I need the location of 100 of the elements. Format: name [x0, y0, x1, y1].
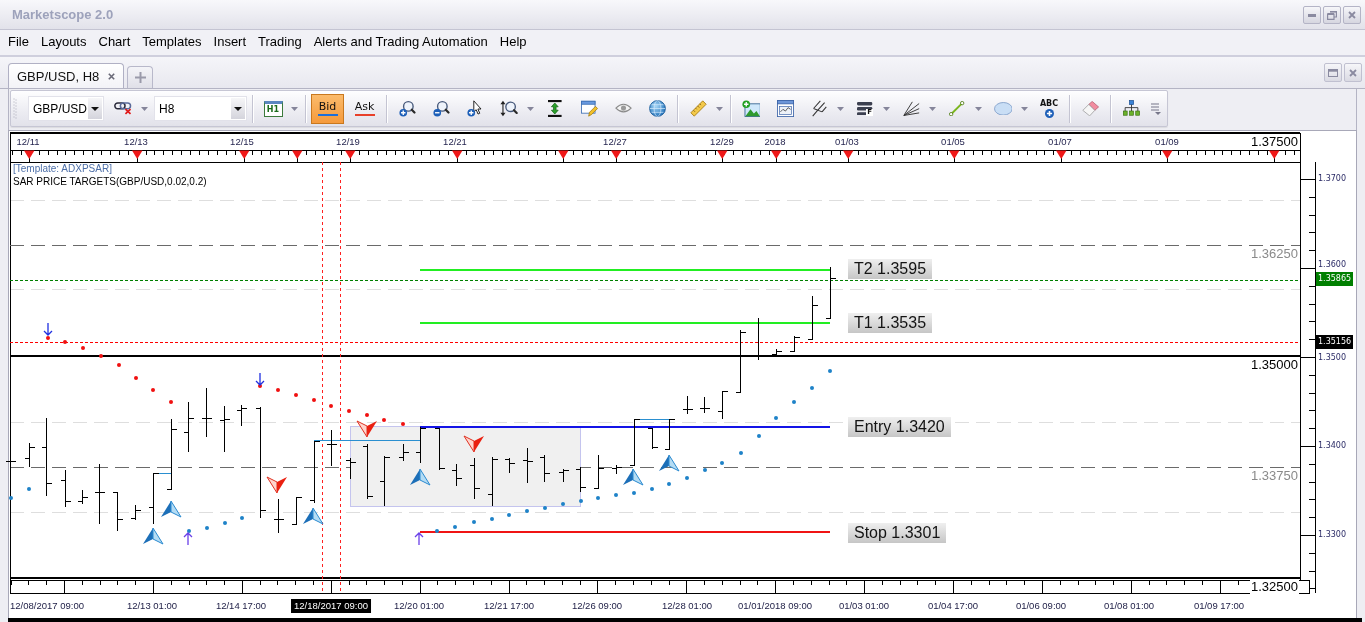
caret-icon[interactable]: [140, 106, 148, 111]
up-arrow-icon: [183, 532, 193, 546]
price-bar: [379, 455, 390, 507]
grid-value-label: 1.36250: [1250, 246, 1299, 261]
price-bar: [717, 390, 728, 420]
sar-point: [99, 354, 103, 358]
menu-item[interactable]: Templates: [136, 33, 208, 50]
price-bar: [664, 418, 675, 450]
up-arrowhead-icon: [623, 468, 644, 486]
sar-point: [46, 336, 50, 340]
minimize-button[interactable]: [1303, 6, 1321, 24]
sar-point: [490, 517, 494, 521]
price-bar: [789, 335, 800, 353]
axis-label: 01/09 17:00: [1193, 600, 1245, 612]
price-bar: [469, 457, 480, 500]
caret-icon[interactable]: [836, 106, 844, 111]
price-bar: [219, 405, 230, 453]
dropdown-field[interactable]: H8: [154, 96, 247, 121]
up-arrowhead-icon: [410, 468, 431, 486]
caret-icon[interactable]: [928, 106, 936, 111]
sar-point: [667, 482, 671, 486]
axis-label: 12/13 01:00: [126, 600, 178, 612]
sar-point: [720, 461, 724, 465]
period-button[interactable]: H1: [263, 100, 283, 117]
menu-item[interactable]: Help: [493, 33, 533, 50]
close-icon[interactable]: [108, 72, 116, 80]
caret-icon[interactable]: [1020, 106, 1028, 111]
price-tag: 1.35156: [1316, 335, 1354, 349]
add-text-button[interactable]: ABC: [1034, 93, 1064, 124]
restore-icon: [1327, 10, 1337, 20]
pitchfork-icon: [811, 100, 827, 117]
price-bar: [575, 466, 586, 493]
price-bar: [699, 396, 710, 414]
sar-point: [365, 413, 369, 417]
price-bar: [415, 426, 426, 464]
close-button[interactable]: [1344, 63, 1362, 82]
sar-point: [27, 487, 31, 491]
caret-icon[interactable]: [882, 106, 890, 111]
sar-point: [739, 451, 743, 455]
tab[interactable]: GBP/USD, H8: [8, 63, 125, 88]
dropdown-field[interactable]: GBP/USD: [28, 96, 104, 121]
price-bar: [326, 429, 337, 467]
ellipse-icon: [993, 101, 1013, 116]
zoom-out-icon: [432, 100, 450, 117]
target-label: T1 1.3535: [848, 313, 933, 333]
axis-label: 01/01/2018 09:00: [738, 600, 812, 612]
price-button[interactable]: Bid: [311, 93, 344, 124]
price-bar: [629, 418, 640, 466]
menu-item[interactable]: Insert: [207, 33, 253, 50]
axis-label: 12/29: [710, 135, 734, 147]
price-button[interactable]: Ask: [348, 93, 381, 124]
price-bar: [166, 418, 177, 490]
caret-icon: [234, 106, 242, 111]
sar-point: [81, 346, 85, 350]
caret-icon[interactable]: [290, 106, 298, 111]
grid-value-label: 1.33750: [1250, 468, 1299, 483]
price-bar: [807, 295, 818, 341]
menu-item[interactable]: Trading: [252, 33, 308, 50]
down-arrowhead-icon: [463, 435, 484, 453]
caret-icon[interactable]: [526, 106, 534, 111]
price-bar: [522, 447, 533, 484]
price-bar: [201, 387, 212, 438]
caret-icon: [91, 106, 99, 111]
sar-point: [453, 525, 457, 529]
close-button[interactable]: [1343, 6, 1361, 24]
triangle-marker-icon: [558, 150, 569, 159]
restore-button[interactable]: [1323, 6, 1341, 24]
globe-icon: [648, 100, 666, 117]
stop-label: Stop 1.3301: [848, 523, 947, 543]
caret-icon[interactable]: [974, 106, 982, 111]
triangle-marker-icon: [452, 150, 463, 159]
menu-item[interactable]: Layouts: [34, 33, 93, 50]
axis-label: 01/07: [1048, 135, 1072, 147]
price-bar: [309, 440, 320, 504]
triangle-marker-icon: [239, 150, 250, 159]
menu-item[interactable]: File: [2, 33, 35, 50]
add-tab-button[interactable]: [127, 66, 154, 88]
sar-point: [187, 529, 191, 533]
axis-label: 01/03 01:00: [838, 600, 890, 612]
sar-point: [774, 416, 778, 420]
caret-icon[interactable]: [715, 106, 723, 111]
price-axis-label: 1.3300: [1318, 530, 1346, 540]
price-bar: [398, 443, 409, 462]
axis-label: 12/11: [16, 135, 40, 147]
price-bar: [451, 463, 462, 487]
price-bar: [682, 395, 693, 415]
overflow-icon[interactable]: [1151, 102, 1161, 115]
menu-item[interactable]: Alerts and Trading Automation: [307, 33, 494, 50]
maximize-button[interactable]: [1324, 63, 1342, 82]
plus-badge-icon: [1044, 108, 1054, 118]
eraser-icon: [1081, 100, 1099, 117]
axis-label: 2018: [764, 135, 786, 147]
up-arrowhead-icon: [303, 507, 324, 525]
menu-item[interactable]: Chart: [92, 33, 137, 50]
ruler-icon: [689, 100, 707, 117]
sar-point: [205, 526, 209, 530]
triangle-marker-icon: [1056, 150, 1067, 159]
price-bar: [291, 496, 302, 526]
eye-icon: [614, 103, 632, 114]
axis-label: 12/20 01:00: [393, 600, 445, 612]
